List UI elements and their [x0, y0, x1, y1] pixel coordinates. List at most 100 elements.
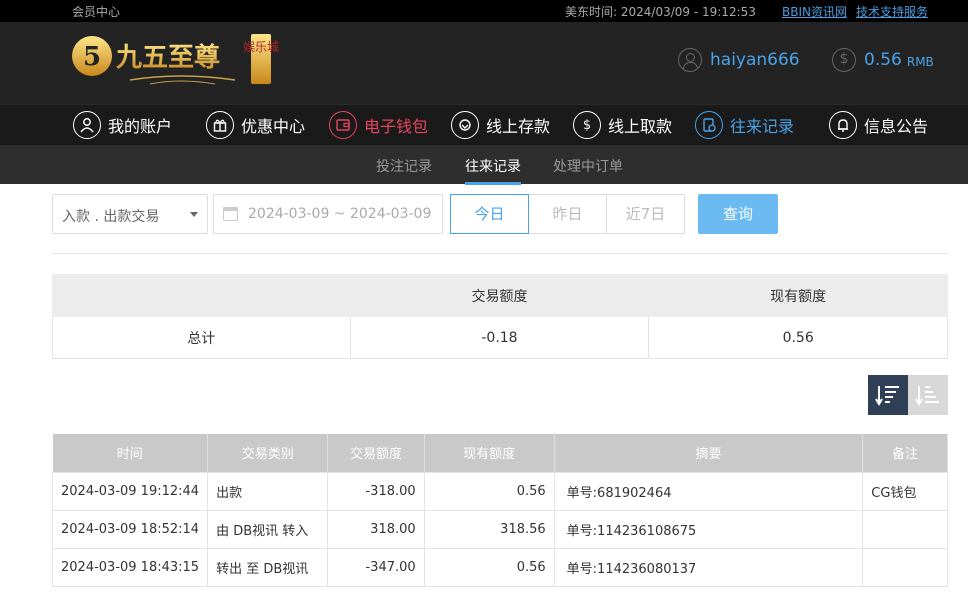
logo-digit: 5 [83, 42, 101, 72]
nav-label: 往来记录 [730, 117, 795, 136]
date-range-value: 2024-03-09 ~ 2024-03-09 [248, 206, 432, 222]
nav-withdraw[interactable]: $ 线上取款 [573, 111, 672, 139]
nav-label: 线上存款 [486, 117, 551, 136]
query-button[interactable]: 查询 [698, 194, 778, 234]
bell-icon [829, 111, 857, 139]
cell-type: 出款 [207, 471, 329, 511]
time-label: 美东时间: [565, 5, 618, 19]
today-button[interactable]: 今日 [450, 194, 529, 234]
cell-type: 转出 至 DB视讯 [207, 547, 329, 587]
cell-time: 2024-03-09 18:52:14 [51, 509, 209, 549]
cell-summary: 单号:681902464 [553, 471, 864, 511]
withdraw-icon: $ [573, 111, 601, 139]
time-value: 2024/03/09 - 19:12:53 [620, 5, 756, 19]
cell-time: 2024-03-09 18:43:15 [51, 547, 209, 587]
main-nav: 我的账户 优惠中心 电子钱包 线上存款 $ 线上取款 往来记录 信息公告 [0, 104, 968, 145]
column-header-balance: 现有额度 [424, 434, 555, 472]
column-header-time: 时间 [52, 434, 209, 472]
tech-support-link[interactable]: 技术支持服务 [856, 3, 928, 20]
nav-transaction-records[interactable]: 往来记录 [695, 111, 794, 139]
column-header-type: 交易类别 [207, 434, 329, 472]
logo-side-text: 娱乐城 [243, 40, 279, 54]
tab-bet-records[interactable]: 投注记录 [376, 156, 432, 176]
sub-nav: 投注记录 往来记录 处理中订单 [0, 145, 968, 185]
sort-ascending-button[interactable] [908, 375, 948, 415]
nav-deposit[interactable]: 线上存款 [451, 111, 550, 139]
member-center-link[interactable]: 会员中心 [72, 3, 120, 20]
summary-header-current: 现有额度 [648, 274, 948, 317]
nav-announcements[interactable]: 信息公告 [829, 111, 928, 139]
nav-label: 线上取款 [608, 117, 673, 136]
table-row: 2024-03-09 18:52:14 由 DB视讯 转入 318.00 318… [51, 509, 948, 549]
summary-trade-value: -0.18 [349, 316, 650, 359]
sort-buttons [868, 375, 948, 415]
cell-amount: -347.00 [327, 547, 425, 587]
nav-label: 优惠中心 [241, 117, 306, 136]
summary-header-empty [52, 274, 351, 317]
nav-e-wallet[interactable]: 电子钱包 [329, 111, 428, 139]
deposit-icon [451, 111, 479, 139]
yesterday-button[interactable]: 昨日 [528, 194, 607, 234]
site-header: 5 九五至尊 娱乐城 haiyan666 $ 0.56 RMB [0, 22, 968, 104]
dollar-icon: $ [832, 48, 856, 72]
gift-icon [206, 111, 234, 139]
column-header-summary: 摘要 [554, 434, 864, 472]
summary-header-trade: 交易额度 [349, 274, 650, 317]
transactions-table: 时间 交易类别 交易额度 现有额度 摘要 备注 2024-03-09 19:12… [51, 434, 948, 587]
cell-summary: 单号:114236108675 [553, 509, 864, 549]
transaction-type-value: 入款 . 出款交易 [62, 209, 160, 225]
wallet-icon [329, 111, 357, 139]
nav-label: 信息公告 [864, 117, 929, 136]
nav-label: 电子钱包 [364, 117, 429, 136]
server-time: 美东时间: 2024/03/09 - 19:12:53 [565, 3, 756, 20]
table-row: 2024-03-09 18:43:15 转出 至 DB视讯 -347.00 0.… [51, 547, 948, 587]
cell-balance: 0.56 [423, 547, 555, 587]
summary-total-label: 总计 [52, 316, 351, 359]
cell-note: CG钱包 [862, 471, 948, 511]
column-header-note: 备注 [862, 434, 948, 472]
user-icon [73, 111, 101, 139]
cell-time: 2024-03-09 19:12:44 [51, 471, 209, 511]
cell-summary: 单号:114236080137 [553, 547, 864, 587]
nav-my-account[interactable]: 我的账户 [73, 111, 172, 139]
user-icon [678, 48, 702, 72]
user-info[interactable]: haiyan666 [678, 48, 800, 72]
quick-date-buttons: 今日 昨日 近7日 [450, 194, 685, 234]
calendar-icon [223, 207, 238, 221]
record-icon [695, 111, 723, 139]
summary-table: 交易额度 现有额度 总计 -0.18 0.56 [52, 274, 948, 359]
tab-transaction-records[interactable]: 往来记录 [465, 156, 521, 185]
cell-type: 由 DB视讯 转入 [207, 509, 329, 549]
logo-text: 九五至尊 [115, 42, 220, 73]
tab-pending-orders[interactable]: 处理中订单 [553, 156, 623, 176]
summary-header-row: 交易额度 现有额度 [52, 274, 948, 317]
site-logo[interactable]: 5 九五至尊 娱乐城 [70, 32, 280, 94]
balance-info: $ 0.56 RMB [832, 48, 934, 72]
sort-ascending-icon [915, 386, 939, 406]
nav-promotions[interactable]: 优惠中心 [206, 111, 305, 139]
username: haiyan666 [710, 50, 800, 70]
balance-currency: RMB [906, 54, 934, 69]
cell-balance: 0.56 [423, 471, 555, 511]
transaction-type-select[interactable]: 入款 . 出款交易 [52, 194, 208, 234]
bbin-news-link[interactable]: BBIN资讯网 [782, 3, 847, 20]
last-7-days-button[interactable]: 近7日 [606, 194, 685, 234]
sort-descending-icon [875, 386, 899, 406]
divider [52, 253, 948, 254]
cell-amount: -318.00 [327, 471, 425, 511]
column-header-amount: 交易额度 [327, 434, 425, 472]
caret-down-icon [190, 212, 198, 217]
table-row: 2024-03-09 19:12:44 出款 -318.00 0.56 单号:6… [51, 471, 948, 511]
summary-current-value: 0.56 [648, 316, 948, 359]
date-range-input[interactable]: 2024-03-09 ~ 2024-03-09 [213, 194, 443, 234]
cell-balance: 318.56 [423, 509, 555, 549]
sort-descending-button[interactable] [868, 375, 908, 415]
cell-note [862, 547, 948, 587]
cell-note [862, 509, 948, 549]
cell-amount: 318.00 [327, 509, 425, 549]
balance-value: 0.56 [864, 50, 902, 70]
filter-bar: 入款 . 出款交易 2024-03-09 ~ 2024-03-09 今日 昨日 … [52, 194, 948, 234]
nav-label: 我的账户 [108, 117, 173, 136]
table-header-row: 时间 交易类别 交易额度 现有额度 摘要 备注 [52, 434, 948, 472]
top-bar: 会员中心 美东时间: 2024/03/09 - 19:12:53 BBIN资讯网… [0, 0, 968, 22]
